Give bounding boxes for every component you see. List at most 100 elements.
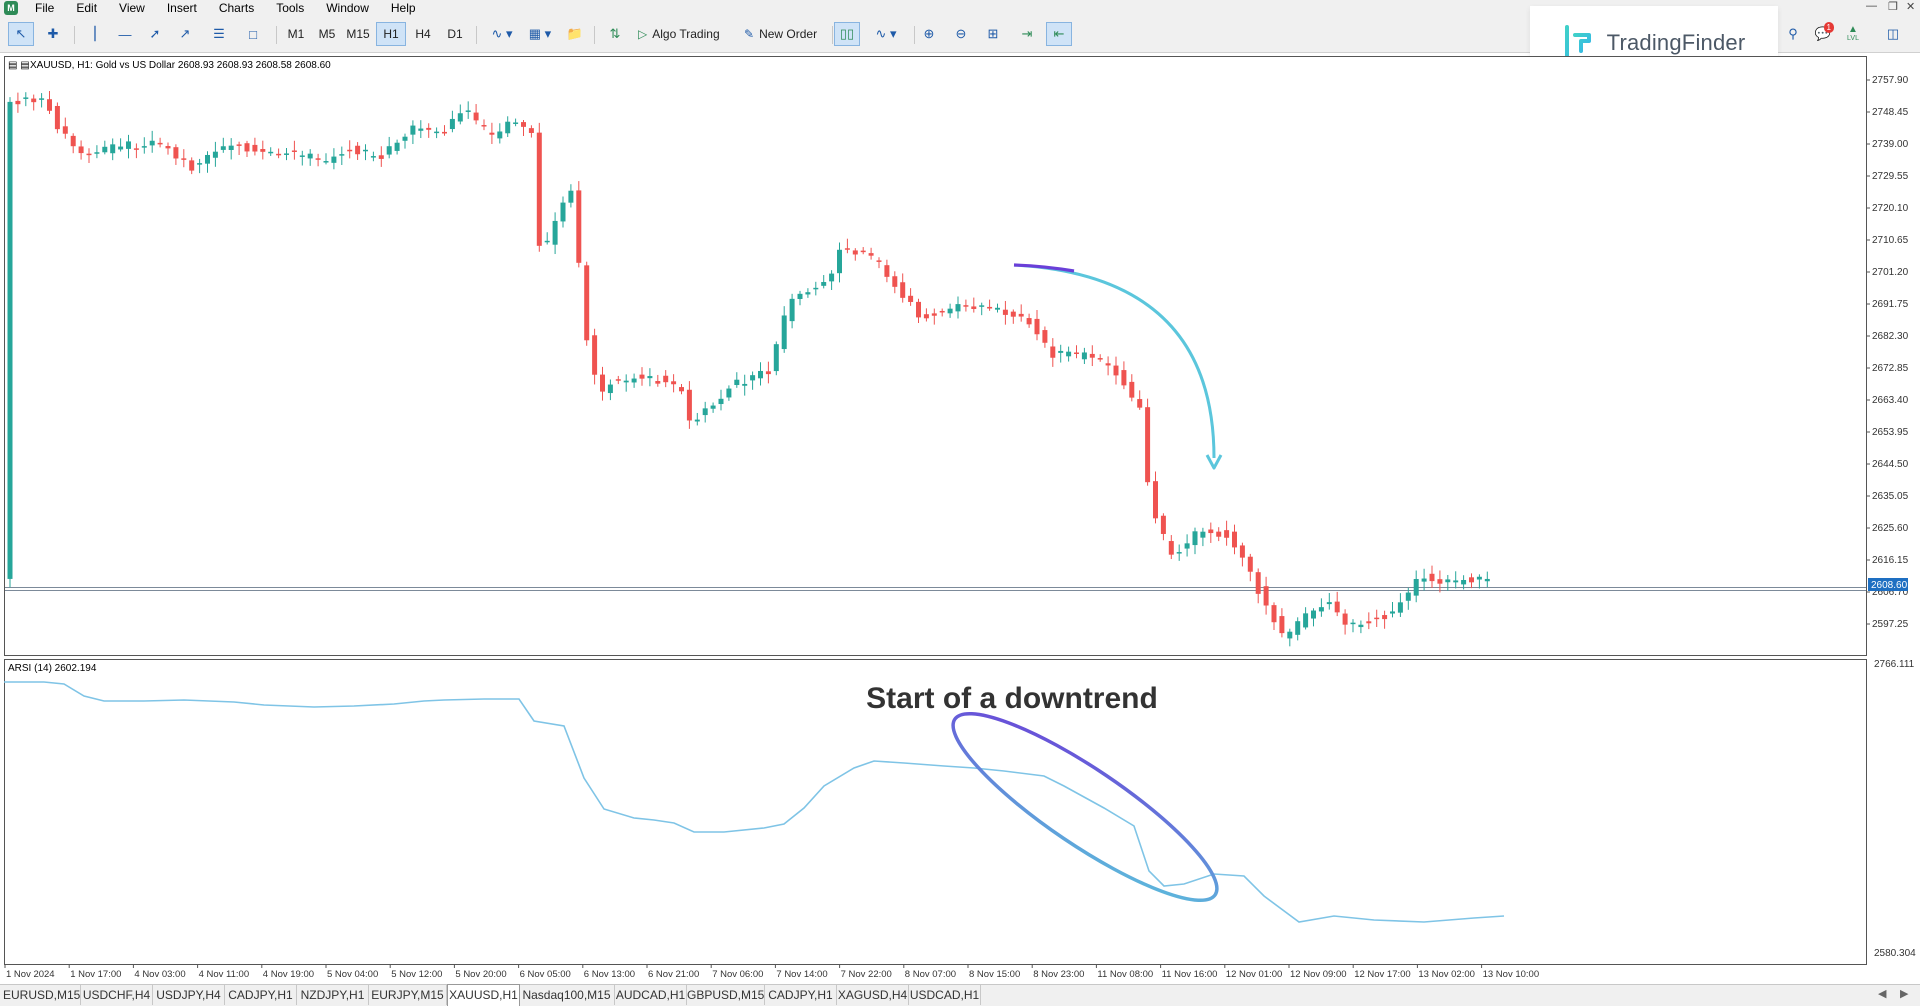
symbol-tab[interactable]: EURJPY,M15 (369, 985, 447, 1005)
channel-icon[interactable]: ↗ (172, 22, 198, 46)
search-icon[interactable]: ⚲ (1780, 22, 1806, 46)
symbol-tab[interactable]: EURUSD,M15 (3, 985, 81, 1005)
tab-scroll-right-icon[interactable]: ▶ (1900, 987, 1908, 1000)
symbol-tab[interactable]: Nasdaq100,M15 (519, 985, 615, 1005)
zoom-in-icon[interactable]: ⊕ (916, 22, 942, 46)
candle-body (291, 150, 297, 152)
menu-edit[interactable]: Edit (65, 0, 108, 16)
menu-file[interactable]: File (24, 0, 65, 16)
notifications-icon[interactable]: 💬 1 (1810, 22, 1836, 46)
tab-scroll-left-icon[interactable]: ◀ (1878, 987, 1886, 1000)
candle-body (963, 305, 969, 307)
candle-body (1184, 543, 1190, 549)
symbol-tab[interactable]: CADJPY,H1 (225, 985, 297, 1005)
timeframe-m15[interactable]: M15 (343, 22, 373, 46)
restore-icon[interactable]: ❐ (1888, 0, 1898, 13)
templates-dropdown-icon[interactable]: ▦ ▾ (522, 22, 558, 46)
vertical-line-icon[interactable]: ⎮ (82, 22, 108, 46)
close-icon[interactable]: ✕ (1906, 0, 1915, 13)
auto-scroll-icon[interactable]: ⇥ (1014, 22, 1040, 46)
indicators-dropdown-icon[interactable]: ∿ ▾ (866, 22, 906, 46)
candle-body (686, 389, 692, 421)
candle-body (513, 122, 519, 124)
timeframe-h4[interactable]: H4 (408, 22, 438, 46)
chart-area[interactable]: 2757.90 2748.45 2739.00 2729.55 2720.10 2710.… (4, 56, 1916, 986)
candle-body (931, 313, 937, 316)
market-watch-icon[interactable]: ⇅ (602, 22, 628, 46)
current-price-label: 2608.60 (1871, 580, 1908, 591)
menu-charts[interactable]: Charts (208, 0, 265, 16)
account-level-button[interactable]: ▲ LVL (1840, 22, 1866, 46)
new-order-button[interactable]: ✎ New Order (738, 22, 823, 46)
symbol-tab[interactable]: USDCHF,H4 (81, 985, 153, 1005)
symbol-tab[interactable]: CADJPY,H1 (765, 985, 837, 1005)
shapes-icon[interactable]: □ (240, 22, 266, 46)
candle-body (829, 273, 835, 282)
chart-type-dropdown-icon[interactable]: ∿ ▾ (484, 22, 520, 46)
symbol-tab[interactable]: XAUUSD,H1 (447, 984, 520, 1006)
candle-body (173, 147, 179, 159)
candle-body (568, 190, 574, 203)
candle-body (442, 131, 447, 134)
time-label: 6 Nov 13:00 (584, 969, 635, 980)
crosshair-icon[interactable]: ✚ (40, 22, 66, 46)
symbol-tab[interactable]: NZDJPY,H1 (297, 985, 369, 1005)
menu-help[interactable]: Help (380, 0, 427, 16)
minimize-icon[interactable]: — (1866, 0, 1877, 12)
timeframe-h1[interactable]: H1 (376, 22, 406, 46)
price-label: 2616.15 (1872, 555, 1909, 566)
symbol-tab[interactable]: XAGUSD,H4 (837, 985, 909, 1005)
candle-body (1113, 365, 1119, 376)
menu-insert[interactable]: Insert (156, 0, 208, 16)
toolbar-separator (832, 26, 833, 44)
candle-body (347, 149, 353, 152)
candle-body (102, 146, 108, 153)
time-label: 11 Nov 16:00 (1162, 969, 1218, 980)
chart-shift-icon[interactable]: ⇤ (1046, 22, 1072, 46)
zoom-out-icon[interactable]: ⊖ (948, 22, 974, 46)
horizontal-line-icon[interactable]: — (112, 22, 138, 46)
layout-icon[interactable]: ◫ (1880, 22, 1906, 46)
candle-body (1232, 531, 1237, 548)
candle-body (205, 154, 210, 164)
symbol-tab[interactable]: USDCAD,H1 (909, 985, 981, 1005)
price-label: 2729.55 (1872, 171, 1909, 182)
menu-window[interactable]: Window (315, 0, 380, 16)
symbol-tab[interactable]: GBPUSD,M15 (687, 985, 765, 1005)
candle-body (1081, 352, 1087, 360)
candle-body (1192, 531, 1198, 546)
symbol-tab[interactable]: AUDCAD,H1 (615, 985, 687, 1005)
cursor-icon[interactable]: ↖ (8, 22, 34, 46)
menu-tools[interactable]: Tools (265, 0, 315, 16)
trend-line-icon[interactable]: ➚ (142, 22, 168, 46)
candle-body (1263, 586, 1269, 606)
menu-view[interactable]: View (108, 0, 156, 16)
chart-canvas[interactable]: 2757.90 2748.45 2739.00 2729.55 2720.10 2710.… (4, 56, 1916, 986)
candle-body (1034, 318, 1040, 335)
timeframe-m5[interactable]: M5 (312, 22, 342, 46)
timeframe-m1[interactable]: M1 (281, 22, 311, 46)
candle-body (908, 295, 914, 302)
fibonacci-icon[interactable]: ☰ (206, 22, 232, 46)
candle-body (1461, 579, 1467, 585)
candle-body (1058, 350, 1064, 353)
candle-body (1271, 605, 1277, 623)
algo-trading-button[interactable]: ▷ Algo Trading (632, 22, 726, 46)
symbol-tab[interactable]: USDJPY,H4 (153, 985, 225, 1005)
candle-body (1247, 556, 1253, 572)
folder-icon[interactable]: 📁 (562, 22, 588, 46)
time-label: 8 Nov 15:00 (969, 969, 1020, 980)
grid-icon[interactable]: ⊞ (980, 22, 1006, 46)
candles-icon[interactable]: ▯▯ (834, 22, 860, 46)
candle-body (773, 344, 779, 372)
candle-body (1476, 576, 1482, 580)
price-label: 2682.30 (1872, 331, 1909, 342)
time-label: 8 Nov 23:00 (1033, 969, 1084, 980)
candle-body (1326, 602, 1332, 605)
candle-body (860, 250, 866, 253)
timeframe-d1[interactable]: D1 (440, 22, 470, 46)
candle-body (481, 125, 487, 127)
candle-body (1002, 309, 1008, 315)
new-order-icon: ✎ (744, 27, 755, 41)
indicator-min-label: 2580.304 (1874, 948, 1916, 959)
